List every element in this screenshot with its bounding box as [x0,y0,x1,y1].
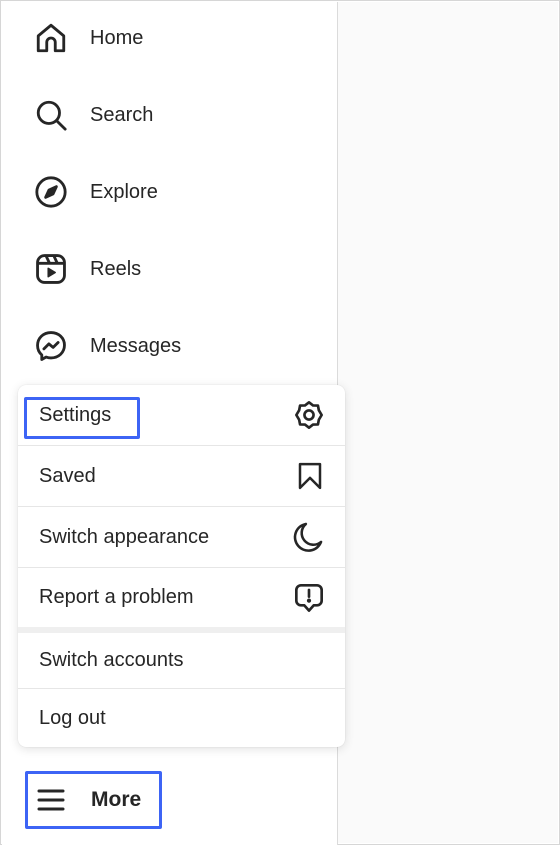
menu-item-label: Settings [39,403,112,426]
menu-item-label: Saved [39,464,96,487]
menu-item-log-out[interactable]: Log out [18,689,345,747]
nav-label: Home [90,26,144,49]
reels-icon [32,250,70,288]
menu-item-label: Switch appearance [39,525,210,548]
bookmark-icon [295,461,325,491]
menu-item-saved[interactable]: Saved [18,446,345,507]
menu-item-switch-accounts[interactable]: Switch accounts [18,633,345,689]
nav-item-reels[interactable]: Reels [32,249,141,289]
nav-item-search[interactable]: Search [32,95,153,135]
nav-label: Explore [90,180,158,203]
main-content-area [338,2,558,843]
menu-item-report-problem[interactable]: Report a problem [18,568,345,627]
menu-item-label: Report a problem [39,586,194,608]
compass-icon [32,173,70,211]
menu-item-switch-appearance[interactable]: Switch appearance [18,507,345,568]
report-icon [293,582,325,614]
more-label: More [91,788,142,811]
more-menu-popup: Settings Saved Switch appearance Report … [18,385,345,747]
nav-item-explore[interactable]: Explore [32,172,158,212]
home-icon [32,19,70,57]
gear-icon [293,399,325,431]
search-icon [32,96,70,134]
more-button[interactable]: More [36,780,141,820]
moon-icon [291,520,325,554]
menu-item-label: Log out [39,706,106,729]
nav-label: Search [90,103,154,126]
nav-label: Messages [90,334,182,357]
menu-item-settings[interactable]: Settings [18,385,345,446]
nav-item-messages[interactable]: Messages [32,326,181,366]
app-window: Home Search Explore Reels Messages More … [0,0,560,845]
nav-label: Reels [90,257,142,280]
menu-item-label: Switch accounts [39,649,184,671]
hamburger-menu-icon [36,787,66,813]
messenger-icon [32,327,70,365]
nav-item-home[interactable]: Home [32,18,143,58]
